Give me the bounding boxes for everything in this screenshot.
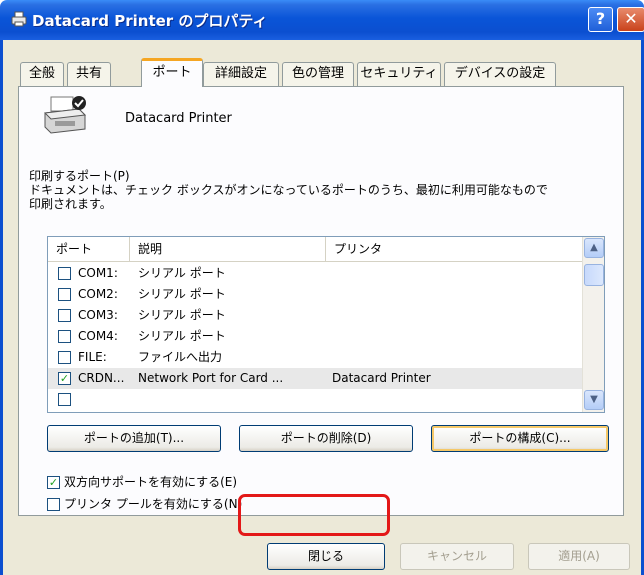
bidirectional-label: 双方向サポートを有効にする(E) bbox=[64, 475, 238, 489]
port-name: COM2: bbox=[78, 287, 118, 301]
close-button[interactable]: 閉じる bbox=[267, 543, 385, 570]
ports-tab-panel: Datacard Printer 印刷するポート(P) ドキュメントは、チェック… bbox=[18, 86, 624, 516]
printer-name: Datacard Printer bbox=[125, 111, 232, 126]
pooling-checkbox[interactable] bbox=[47, 498, 60, 511]
table-row[interactable]: COM2: シリアル ポート bbox=[48, 284, 582, 305]
printer-icon bbox=[43, 96, 87, 134]
port-description: シリアル ポート bbox=[138, 329, 226, 343]
configure-port-button[interactable]: ポートの構成(C)... bbox=[431, 425, 609, 452]
bidirectional-option[interactable]: ✓ 双方向サポートを有効にする(E) bbox=[47, 473, 237, 490]
port-checkbox[interactable] bbox=[58, 309, 71, 322]
port-checkbox-checked[interactable]: ✓ bbox=[58, 372, 71, 385]
column-header-printer[interactable]: プリンタ bbox=[326, 237, 582, 262]
port-name: CRDN... bbox=[78, 371, 125, 385]
port-description: シリアル ポート bbox=[138, 308, 226, 322]
tab-advanced[interactable]: 詳細設定 bbox=[203, 62, 279, 86]
window-title: Datacard Printer のプロパティ bbox=[32, 12, 268, 30]
table-row[interactable]: COM4: シリアル ポート bbox=[48, 326, 582, 347]
tab-general[interactable]: 全般 bbox=[20, 62, 64, 86]
apply-button[interactable]: 適用(A) bbox=[528, 543, 630, 570]
table-row[interactable]: FILE: ファイルへ出力 bbox=[48, 347, 582, 368]
delete-port-button[interactable]: ポートの削除(D) bbox=[239, 425, 413, 452]
list-header: ポート 説明 プリンタ bbox=[48, 237, 582, 262]
port-description: Network Port for Card ... bbox=[138, 371, 284, 385]
port-checkbox[interactable] bbox=[58, 393, 71, 406]
ports-help-line1: ドキュメントは、チェック ボックスがオンになっているポートのうち、最初に利用可能… bbox=[29, 183, 548, 197]
printer-app-icon bbox=[11, 11, 27, 27]
ports-description: 印刷するポート(P) ドキュメントは、チェック ボックスがオンになっているポート… bbox=[29, 169, 619, 211]
add-port-button[interactable]: ポートの追加(T)... bbox=[47, 425, 221, 452]
tab-device-settings[interactable]: デバイスの設定 bbox=[444, 62, 556, 86]
port-description: シリアル ポート bbox=[138, 287, 226, 301]
scroll-up-arrow-icon[interactable]: ▲ bbox=[584, 238, 604, 258]
column-header-description[interactable]: 説明 bbox=[130, 237, 326, 262]
bidirectional-checkbox[interactable]: ✓ bbox=[47, 476, 60, 489]
cancel-button[interactable]: キャンセル bbox=[400, 543, 514, 570]
port-checkbox[interactable] bbox=[58, 288, 71, 301]
port-printer: Datacard Printer bbox=[332, 371, 431, 385]
table-row[interactable]: COM3: シリアル ポート bbox=[48, 305, 582, 326]
table-row-partial[interactable] bbox=[48, 389, 582, 410]
tab-color-management[interactable]: 色の管理 bbox=[282, 62, 354, 86]
scroll-thumb[interactable] bbox=[584, 264, 604, 286]
port-name: FILE: bbox=[78, 350, 107, 364]
port-checkbox[interactable] bbox=[58, 351, 71, 364]
tab-ports[interactable]: ポート bbox=[141, 58, 203, 87]
help-button[interactable]: ? bbox=[588, 7, 613, 32]
title-bar: Datacard Printer のプロパティ ? ✕ bbox=[0, 0, 644, 40]
pooling-option[interactable]: プリンタ プールを有効にする(N) bbox=[47, 495, 242, 512]
scroll-down-arrow-icon[interactable]: ▼ bbox=[584, 390, 604, 410]
port-name: COM1: bbox=[78, 266, 118, 280]
table-row-selected[interactable]: ✓ CRDN... Network Port for Card ... Data… bbox=[48, 368, 582, 389]
ports-label: 印刷するポート(P) bbox=[29, 169, 130, 183]
ports-rows: COM1: シリアル ポート COM2: シリアル ポート COM3: シリアル… bbox=[48, 263, 582, 410]
vertical-scrollbar[interactable]: ▲ ▼ bbox=[582, 237, 604, 412]
port-name: COM3: bbox=[78, 308, 118, 322]
table-row[interactable]: COM1: シリアル ポート bbox=[48, 263, 582, 284]
tab-sharing[interactable]: 共有 bbox=[67, 62, 111, 86]
ports-help-line2: 印刷されます。 bbox=[29, 197, 112, 211]
ports-list[interactable]: ポート 説明 プリンタ COM1: シリアル ポート COM2: シリアル ポー… bbox=[47, 236, 605, 413]
port-name: COM4: bbox=[78, 329, 118, 343]
port-checkbox[interactable] bbox=[58, 330, 71, 343]
highlight-box bbox=[238, 494, 390, 536]
close-window-button[interactable]: ✕ bbox=[617, 7, 644, 32]
tab-security[interactable]: セキュリティ bbox=[357, 62, 441, 86]
column-header-port[interactable]: ポート bbox=[48, 237, 130, 262]
port-checkbox[interactable] bbox=[58, 267, 71, 280]
port-description: シリアル ポート bbox=[138, 266, 226, 280]
port-description: ファイルへ出力 bbox=[138, 350, 223, 364]
pooling-label: プリンタ プールを有効にする(N) bbox=[64, 497, 243, 511]
